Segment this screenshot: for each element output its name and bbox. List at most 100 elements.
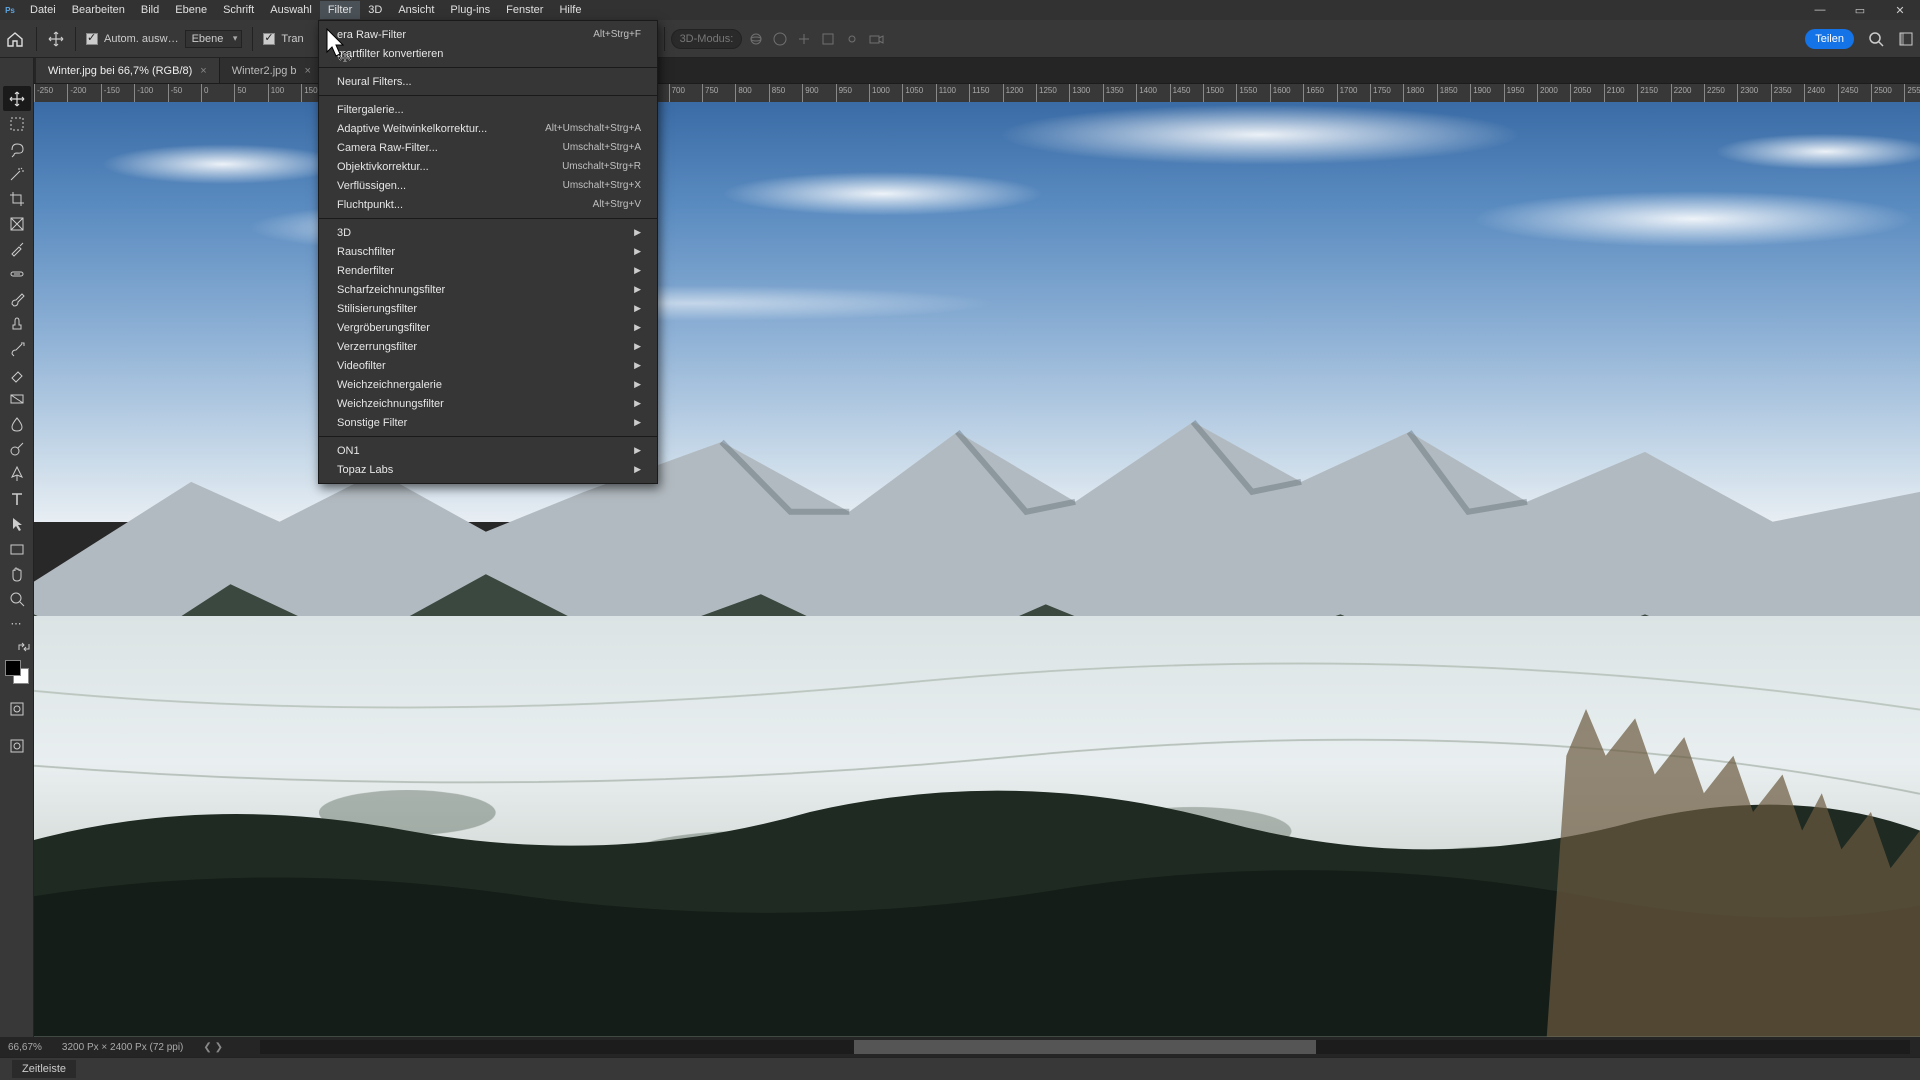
zoom-tool[interactable] xyxy=(3,586,31,611)
menu-ebene[interactable]: Ebene xyxy=(167,1,215,19)
menu-item-renderfilter[interactable]: Renderfilter▶ xyxy=(319,261,657,280)
home-icon[interactable] xyxy=(4,28,26,50)
type-tool[interactable] xyxy=(3,486,31,511)
auto-select-group: Autom. ausw… Ebene xyxy=(86,30,242,48)
document-tabs: Winter.jpg bei 66,7% (RGB/8)×Winter2.jpg… xyxy=(0,58,1920,84)
menu-item-objektivkorrektur[interactable]: Objektivkorrektur...Umschalt+Strg+R xyxy=(319,157,657,176)
close-tab-icon[interactable]: × xyxy=(200,65,206,77)
menu-plug-ins[interactable]: Plug-ins xyxy=(442,1,498,19)
menu-item-stilisierungsfilter[interactable]: Stilisierungsfilter▶ xyxy=(319,299,657,318)
horizontal-scrollbar[interactable] xyxy=(260,1040,1910,1054)
menu-bearbeiten[interactable]: Bearbeiten xyxy=(64,1,133,19)
search-icon[interactable] xyxy=(1868,31,1884,47)
menu-item-scharfzeichnungsfilter[interactable]: Scharfzeichnungsfilter▶ xyxy=(319,280,657,299)
pen-tool[interactable] xyxy=(3,461,31,486)
app-logo: Ps xyxy=(0,0,20,20)
magic-wand-tool[interactable] xyxy=(3,161,31,186)
edit-toolbar-icon[interactable]: ⋯ xyxy=(3,611,31,636)
layer-select[interactable]: Ebene xyxy=(185,30,243,48)
menu-item-neural-filters[interactable]: Neural Filters... xyxy=(319,72,657,91)
transform-checkbox[interactable] xyxy=(263,33,275,45)
timeline-panel[interactable]: Zeitleiste xyxy=(0,1057,1920,1080)
history-brush-tool[interactable] xyxy=(3,336,31,361)
menu-ansicht[interactable]: Ansicht xyxy=(390,1,442,19)
canvas-image xyxy=(34,101,1920,1037)
menu-item-3d[interactable]: 3D▶ xyxy=(319,223,657,242)
menu-item-era-raw-filter[interactable]: era Raw-FilterAlt+Strg+F xyxy=(319,25,657,44)
pan-icon[interactable] xyxy=(772,31,788,47)
menu-fenster[interactable]: Fenster xyxy=(498,1,551,19)
marquee-tool[interactable] xyxy=(3,111,31,136)
titlebar: Ps DateiBearbeitenBildEbeneSchriftAuswah… xyxy=(0,0,1920,20)
menu-bild[interactable]: Bild xyxy=(133,1,167,19)
menu-datei[interactable]: Datei xyxy=(22,1,64,19)
menu-item-videofilter[interactable]: Videofilter▶ xyxy=(319,356,657,375)
rotate-icon[interactable] xyxy=(796,31,812,47)
document-tab[interactable]: Winter.jpg bei 66,7% (RGB/8)× xyxy=(36,58,220,83)
light-icon[interactable] xyxy=(844,31,860,47)
stamp-tool[interactable] xyxy=(3,311,31,336)
hand-tool[interactable] xyxy=(3,561,31,586)
swap-colors-icon[interactable] xyxy=(17,642,31,652)
menu-item-topaz-labs[interactable]: Topaz Labs▶ xyxy=(319,460,657,479)
menu-item-martfilter-konvertieren[interactable]: martfilter konvertieren xyxy=(319,44,657,63)
menu-item-filtergalerie[interactable]: Filtergalerie... xyxy=(319,100,657,119)
transform-label: Tran xyxy=(281,33,303,45)
menu-item-weichzeichnergalerie[interactable]: Weichzeichnergalerie▶ xyxy=(319,375,657,394)
menu-item-fluchtpunkt[interactable]: Fluchtpunkt...Alt+Strg+V xyxy=(319,195,657,214)
blur-tool[interactable] xyxy=(3,411,31,436)
menu-item-weichzeichnungsfilter[interactable]: Weichzeichnungsfilter▶ xyxy=(319,394,657,413)
menu-3d[interactable]: 3D xyxy=(360,1,390,19)
menu-auswahl[interactable]: Auswahl xyxy=(262,1,320,19)
orbit-icon[interactable] xyxy=(748,31,764,47)
doc-dimensions: 3200 Px × 2400 Px (72 ppi) xyxy=(62,1042,183,1053)
zoom-level[interactable]: 66,67% xyxy=(8,1042,42,1053)
dodge-tool[interactable] xyxy=(3,436,31,461)
menubar: DateiBearbeitenBildEbeneSchriftAuswahlFi… xyxy=(20,1,589,19)
document-tab[interactable]: Winter2.jpg b× xyxy=(220,58,324,83)
color-swatch[interactable] xyxy=(5,660,29,684)
scale-icon[interactable] xyxy=(820,31,836,47)
close-tab-icon[interactable]: × xyxy=(305,65,311,77)
horizontal-ruler: -250-200-150-100-50050100150200250300350… xyxy=(34,84,1920,102)
toolbox: ⋯ xyxy=(0,58,34,1037)
menu-schrift[interactable]: Schrift xyxy=(215,1,262,19)
screen-mode-icon[interactable] xyxy=(3,733,31,758)
camera-icon[interactable] xyxy=(868,31,884,47)
timeline-label: Zeitleiste xyxy=(12,1060,76,1078)
auto-select-checkbox[interactable] xyxy=(86,33,98,45)
menu-item-rauschfilter[interactable]: Rauschfilter▶ xyxy=(319,242,657,261)
menu-item-vergr-berungsfilter[interactable]: Vergröberungsfilter▶ xyxy=(319,318,657,337)
menu-filter[interactable]: Filter xyxy=(320,1,360,19)
minimize-button[interactable]: — xyxy=(1800,0,1840,20)
menu-item-on1[interactable]: ON1▶ xyxy=(319,441,657,460)
menu-item-verzerrungsfilter[interactable]: Verzerrungsfilter▶ xyxy=(319,337,657,356)
transform-group: Tran xyxy=(263,33,303,45)
frame-tool[interactable] xyxy=(3,211,31,236)
path-select-tool[interactable] xyxy=(3,511,31,536)
maximize-button[interactable]: ▭ xyxy=(1840,0,1880,20)
healing-tool[interactable] xyxy=(3,261,31,286)
lasso-tool[interactable] xyxy=(3,136,31,161)
close-button[interactable]: ✕ xyxy=(1880,0,1920,20)
menu-item-verfl-ssigen[interactable]: Verflüssigen...Umschalt+Strg+X xyxy=(319,176,657,195)
options-bar: Autom. ausw… Ebene Tran ••• 3D-Modus: Te… xyxy=(0,20,1920,58)
eyedropper-tool[interactable] xyxy=(3,236,31,261)
gradient-tool[interactable] xyxy=(3,386,31,411)
menu-item-sonstige-filter[interactable]: Sonstige Filter▶ xyxy=(319,413,657,432)
workspace-icon[interactable] xyxy=(1898,31,1914,47)
menu-hilfe[interactable]: Hilfe xyxy=(551,1,589,19)
move-tool[interactable] xyxy=(3,86,31,111)
menu-item-camera-raw-filter[interactable]: Camera Raw-Filter...Umschalt+Strg+A xyxy=(319,138,657,157)
move-tool-icon xyxy=(47,30,65,48)
share-button[interactable]: Teilen xyxy=(1805,29,1854,49)
canvas[interactable] xyxy=(34,101,1920,1037)
eraser-tool[interactable] xyxy=(3,361,31,386)
crop-tool[interactable] xyxy=(3,186,31,211)
status-bar: 66,67% 3200 Px × 2400 Px (72 ppi) ❮ ❯ xyxy=(0,1037,1920,1057)
menu-item-adaptive-weitwinkelkorrektur[interactable]: Adaptive Weitwinkelkorrektur...Alt+Umsch… xyxy=(319,119,657,138)
shape-tool[interactable] xyxy=(3,536,31,561)
auto-select-label: Autom. ausw… xyxy=(104,33,179,45)
brush-tool[interactable] xyxy=(3,286,31,311)
quick-mask-icon[interactable] xyxy=(3,696,31,721)
